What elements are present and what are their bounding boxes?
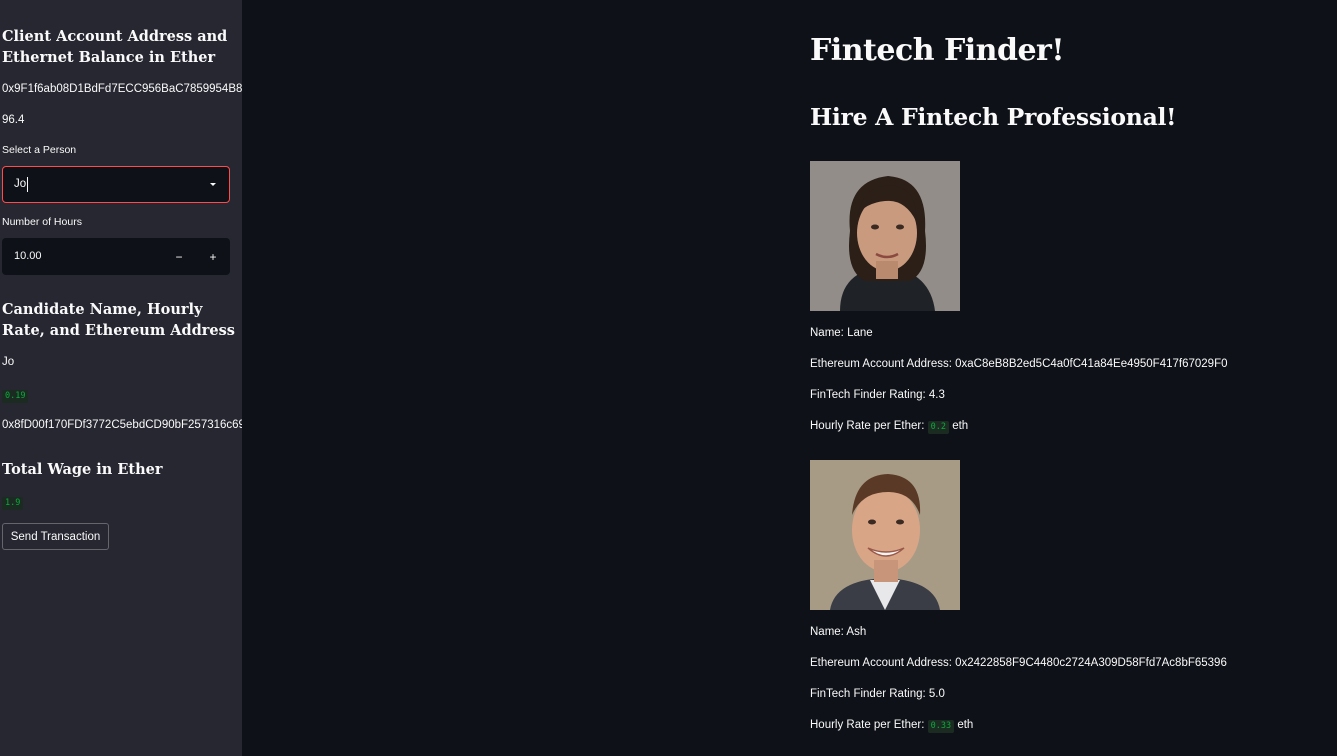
page-title: Fintech Finder! [810,33,1065,68]
select-person-label: Select a Person [2,144,77,156]
candidate-address-lane: Ethereum Account Address: 0xaC8eB8B2ed5C… [810,358,1228,370]
rate-value: 0.2 [927,421,949,434]
decrement-button[interactable]: − [163,238,195,275]
select-person-dropdown[interactable]: Jo [2,166,230,203]
hours-number-input[interactable]: 10.00 − + [2,238,230,275]
text-cursor [27,177,28,192]
candidate-rating-ash: FinTech Finder Rating: 5.0 [810,688,945,700]
rate-label: Hourly Rate per Ether: [810,420,925,432]
select-person-value: Jo [14,178,27,190]
candidate-name-ash: Name: Ash [810,626,867,638]
rate-unit: eth [952,420,969,432]
rate-label: Hourly Rate per Ether: [810,719,925,731]
candidate-name: Jo [2,356,15,368]
candidate-address: 0x8fD00f170FDf3772C5ebdCD90bF257316c69BA [2,419,242,431]
total-wage-header: Total Wage in Ether [2,461,163,478]
increment-button[interactable]: + [197,238,229,275]
candidate-photo-lane [810,161,960,311]
chevron-down-icon[interactable] [210,183,216,186]
hours-value[interactable]: 10.00 [14,250,42,262]
rate-value: 0.33 [927,720,955,733]
sidebar: Client Account Address and Ethernet Bala… [0,0,242,756]
hours-label: Number of Hours [2,216,82,228]
candidate-name-lane: Name: Lane [810,327,873,339]
client-address: 0x9F1f6ab08D1BdFd7ECC956BaC7859954B8eCe [2,83,242,95]
candidate-rating-lane: FinTech Finder Rating: 4.3 [810,389,945,401]
app: Client Account Address and Ethernet Bala… [0,0,1337,756]
candidate-photo-ash [810,460,960,610]
total-wage-container: 1.9 [2,496,24,510]
candidate-header: Candidate Name, Hourly Rate, and Ethereu… [2,301,235,339]
send-transaction-button[interactable]: Send Transaction [2,523,109,550]
candidate-rate-ash: Hourly Rate per Ether: 0.33 eth [810,719,973,733]
candidate-rate: 0.19 [2,390,29,403]
client-balance: 96.4 [2,114,25,126]
page-subtitle: Hire A Fintech Professional! [810,103,1177,131]
main-content: Fintech Finder! Hire A Fintech Professio… [242,0,1337,756]
candidate-rate-lane: Hourly Rate per Ether: 0.2 eth [810,420,968,434]
candidate-address-ash: Ethereum Account Address: 0x2422858F9C44… [810,657,1227,669]
rate-unit: eth [957,719,974,731]
total-wage-value: 1.9 [2,497,24,510]
client-account-header: Client Account Address and Ethernet Bala… [2,28,228,66]
candidate-rate-container: 0.19 [2,389,29,403]
